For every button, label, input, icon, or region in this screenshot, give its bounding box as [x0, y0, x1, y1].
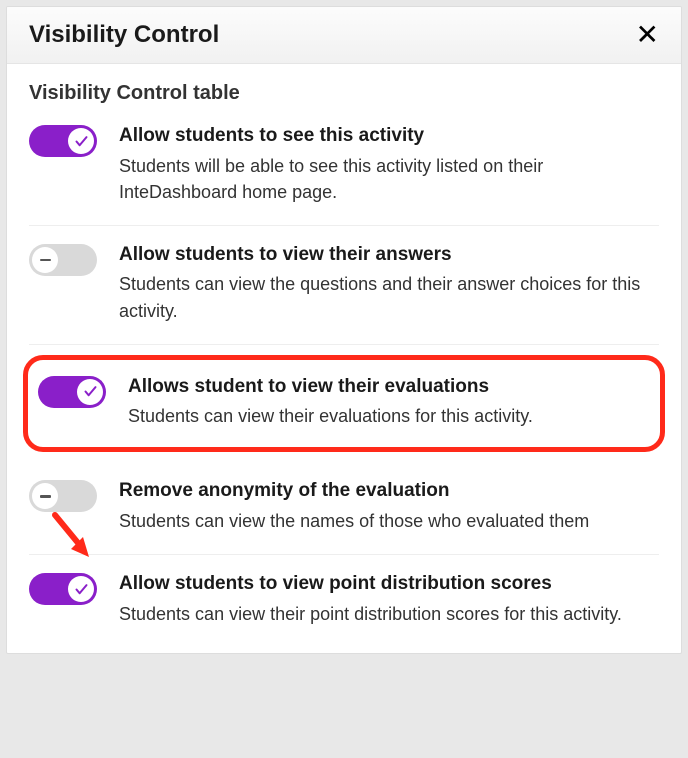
- visibility-toggle[interactable]: [29, 244, 97, 276]
- row-text: Allows student to view their evaluations…: [128, 374, 650, 430]
- visibility-control-modal: Visibility Control ✕ Visibility Control …: [6, 6, 682, 654]
- visibility-toggle[interactable]: [29, 480, 97, 512]
- row-title: Allow students to see this activity: [119, 123, 659, 149]
- visibility-row: Remove anonymity of the evaluation Studen…: [29, 462, 659, 555]
- check-icon: [68, 128, 94, 154]
- row-title: Allow students to view point distributio…: [119, 571, 659, 597]
- row-title: Allows student to view their evaluations: [128, 374, 650, 400]
- row-text: Allow students to view their answers Stud…: [119, 242, 659, 324]
- visibility-toggle[interactable]: [38, 376, 106, 408]
- modal-body: Visibility Control table Allow students …: [7, 64, 681, 653]
- visibility-toggle[interactable]: [29, 125, 97, 157]
- table-caption: Visibility Control table: [29, 82, 659, 105]
- row-description: Students can view the names of those who…: [119, 508, 659, 534]
- row-title: Allow students to view their answers: [119, 242, 659, 268]
- visibility-row: Allow students to view point distributio…: [29, 555, 659, 631]
- visibility-row: Allow students to see this activity Stude…: [29, 123, 659, 226]
- row-text: Allow students to see this activity Stude…: [119, 123, 659, 205]
- row-description: Students will be able to see this activi…: [119, 153, 659, 205]
- close-icon[interactable]: ✕: [636, 21, 659, 49]
- visibility-row: Allow students to view their answers Stud…: [29, 226, 659, 345]
- visibility-toggle[interactable]: [29, 573, 97, 605]
- check-icon: [68, 576, 94, 602]
- row-title: Remove anonymity of the evaluation: [119, 478, 659, 504]
- check-icon: [77, 379, 103, 405]
- row-description: Students can view their point distributi…: [119, 601, 659, 627]
- minus-icon: [32, 483, 58, 509]
- row-description: Students can view their evaluations for …: [128, 403, 650, 429]
- row-text: Allow students to view point distributio…: [119, 571, 659, 627]
- modal-title: Visibility Control: [29, 21, 219, 49]
- row-description: Students can view the questions and thei…: [119, 271, 659, 323]
- row-text: Remove anonymity of the evaluation Studen…: [119, 478, 659, 534]
- modal-header: Visibility Control ✕: [7, 7, 681, 64]
- visibility-row: Allows student to view their evaluations…: [23, 355, 665, 453]
- minus-icon: [32, 247, 58, 273]
